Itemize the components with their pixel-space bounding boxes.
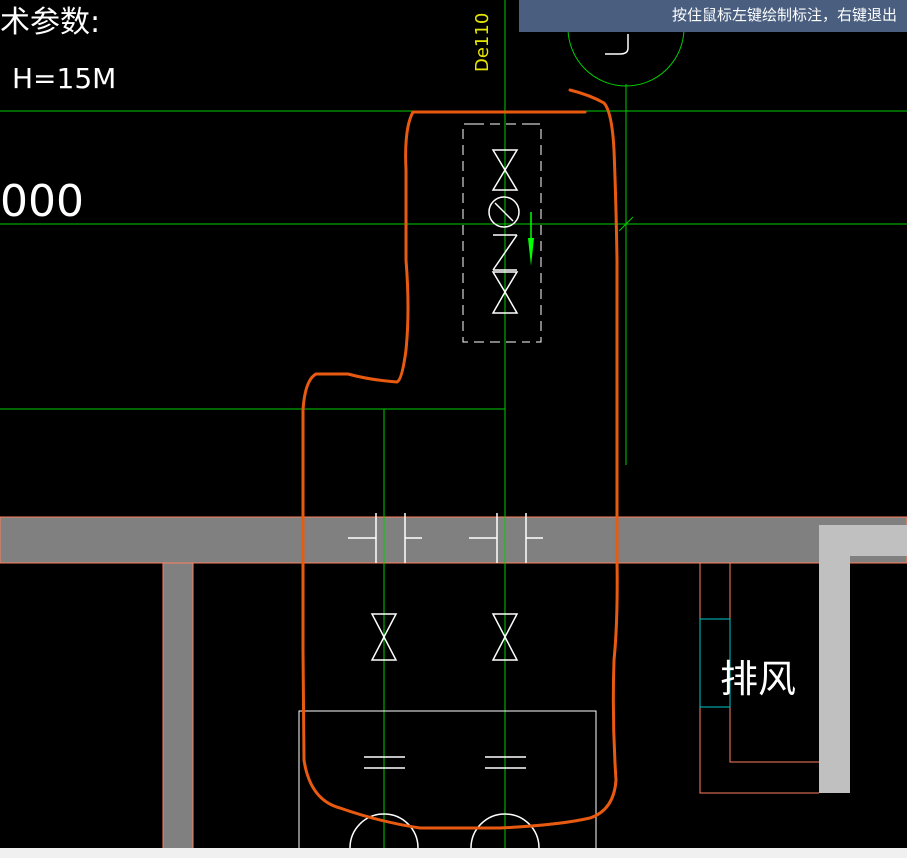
bottom-status-strip: [0, 848, 907, 858]
exhaust-label: 排风: [720, 657, 796, 701]
params-label: 术参数:: [0, 5, 100, 40]
canvas-background: [0, 0, 907, 858]
number-label: 000: [0, 176, 84, 227]
vertical-wall-left: [162, 562, 194, 854]
head-label: H=15M: [12, 62, 116, 95]
status-tooltip: 按住鼠标左键绘制标注，右键退出: [519, 0, 907, 32]
pipe-size-label: De110: [472, 13, 493, 72]
horizontal-wall: [0, 516, 907, 564]
cad-drawing-canvas[interactable]: 术参数: H=15M 000 De110 排风: [0, 0, 907, 858]
